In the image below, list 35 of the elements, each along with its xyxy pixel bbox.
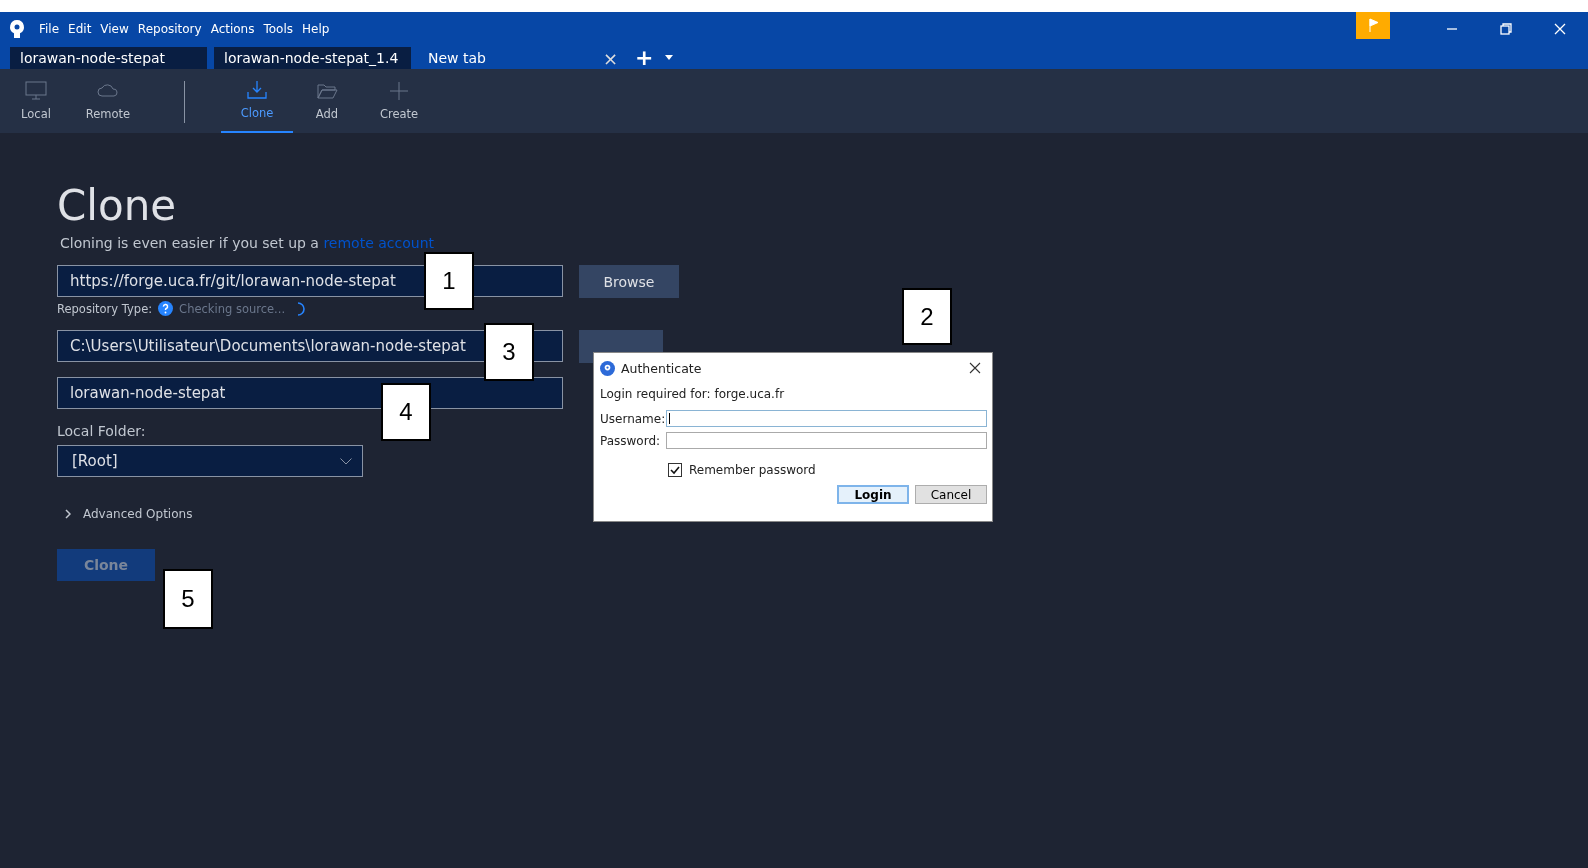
new-tab-button[interactable]: + [635, 47, 654, 69]
menu-item[interactable]: File [39, 21, 60, 36]
password-label: Password: [600, 433, 662, 448]
checking-status: Checking source... [179, 301, 286, 316]
menu-item[interactable]: Actions [210, 21, 255, 36]
toolbar-button[interactable]: Clone [221, 69, 293, 133]
toolbar-button[interactable]: Add [301, 69, 353, 133]
dialog-title: Authenticate [621, 360, 702, 376]
tab[interactable]: lorawan-node-stepat [10, 47, 207, 69]
local-folder-dropdown[interactable]: [Root] [57, 445, 363, 477]
callout-number: 5 [163, 569, 213, 629]
toolbar-button[interactable]: Remote [82, 69, 134, 133]
toolbar-button[interactable]: Create [373, 69, 425, 133]
callout-number: 2 [902, 288, 952, 345]
local-folder-label: Local Folder: [57, 423, 147, 439]
tab[interactable]: lorawan-node-stepat_1.4 [214, 47, 411, 69]
remember-password-label: Remember password [689, 463, 816, 477]
login-button[interactable]: Login [837, 485, 909, 504]
menu-item[interactable]: View [100, 21, 129, 36]
subtitle-text: Cloning is even easier if you set up a [60, 235, 319, 251]
repository-type-label: Repository Type: [57, 301, 153, 316]
callout-number: 3 [484, 323, 534, 381]
menu-item[interactable]: Repository [137, 21, 202, 36]
callout-number: 1 [424, 252, 474, 310]
login-message: Login required for: forge.uca.fr [600, 387, 786, 401]
callout-number: 4 [381, 383, 431, 441]
username-label: Username: [600, 411, 666, 426]
menu-item[interactable]: Edit [68, 21, 92, 36]
cancel-button[interactable]: Cancel [915, 485, 987, 504]
menu-item[interactable]: Tools [263, 21, 294, 36]
toolbar-button[interactable]: Local [10, 69, 62, 133]
advanced-options-toggle[interactable]: Advanced Options [65, 507, 193, 521]
browse-button[interactable]: Browse [579, 265, 679, 298]
page-title: Clone [57, 181, 178, 231]
menu-item[interactable]: Help [302, 21, 330, 36]
